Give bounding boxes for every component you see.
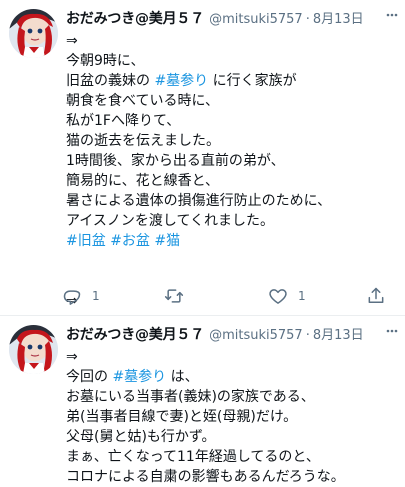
user-handle[interactable]: @mitsuki5757 — [209, 12, 303, 27]
tweet-text-segment: 私が1Fへ降りて、 — [66, 113, 181, 129]
share-button[interactable] — [366, 284, 386, 308]
tweet-text-segment: 旧盆の義妹の — [66, 73, 155, 89]
tweet-text-line: 暑さによる遺体の損傷進行防止のために、 — [66, 191, 397, 211]
tweet-text-segment: 1時間後、家から出る直前の弟が、 — [66, 153, 285, 169]
like-count: 1 — [298, 289, 306, 303]
tweet-text-segment: 今朝9時に、 — [66, 53, 145, 69]
tweet-text-segment: 朝食を食べている時に、 — [66, 93, 220, 109]
more-options-icon[interactable] — [385, 6, 399, 26]
like-button[interactable]: 1 — [268, 284, 306, 308]
separator-dot: · — [305, 12, 310, 27]
tweet-text-segment: まぁ、亡くなって11年経過してるのと、 — [66, 449, 320, 465]
tweet-text-line: 旧盆の義妹の #墓参り に行く家族が — [66, 71, 397, 91]
tweet-text-segment: ⇒ — [66, 33, 78, 49]
tweet-text-line: ⇒ — [66, 347, 397, 367]
tweet-text-line: 今朝9時に、 — [66, 51, 397, 71]
tweet-text-segment: アイスノンを渡してくれました。 — [66, 213, 275, 229]
tweet-text-line: 弟(当事者目線で妻)と姪(母親)だけ。 — [66, 407, 397, 427]
heart-icon — [268, 286, 288, 306]
hashtag-link[interactable]: #お盆 — [110, 233, 150, 249]
tweet-text-line: 父母(舅と姑)も行かず。 — [66, 427, 397, 447]
tweet-text-segment: 猫の逝去を伝えました。 — [66, 133, 220, 149]
hashtag-link[interactable]: #墓参り — [154, 73, 208, 89]
tweet-text-segment: 暑さによる遺体の損傷進行防止のために、 — [66, 193, 332, 209]
tweet-text-segment: は、 — [166, 369, 199, 385]
reply-icon — [62, 286, 82, 306]
tweet-text-line: #旧盆 #お盆 #猫 — [66, 231, 397, 251]
retweet-icon — [164, 286, 184, 306]
hashtag-link[interactable]: #猫 — [154, 233, 180, 249]
tweet-text-segment: 父母(舅と姑)も行かず。 — [66, 429, 216, 445]
tweet-text-segment: コロナによる自粛の影響もあるんだろうな。 — [66, 469, 345, 485]
tweet-2[interactable]: おだみつき@美月５７ @mitsuki5757 · 8月13日 ⇒ 今回の #墓参り … — [0, 316, 405, 485]
tweet-text-line — [66, 251, 397, 271]
hashtag-link[interactable]: #墓参り — [112, 369, 166, 385]
tweet-text-line: 今回の #墓参り は、 — [66, 367, 397, 387]
tweet-text-line: 猫の逝去を伝えました。 — [66, 131, 397, 151]
tweet-text-line: 1時間後、家から出る直前の弟が、 — [66, 151, 397, 171]
tweet-1[interactable]: おだみつき@美月５７ @mitsuki5757 · 8月13日 ⇒ 今朝9時に、 旧盆の… — [0, 0, 405, 316]
tweet-actions: 1 1 — [62, 284, 392, 308]
tweet-text-segment: 簡易的に、花と線香と、 — [66, 173, 220, 189]
tweet-header: おだみつき@美月５７ @mitsuki5757 · 8月13日 — [66, 324, 399, 344]
tweet-text-line: 私が1Fへ降りて、 — [66, 111, 397, 131]
reply-button[interactable]: 1 — [62, 284, 100, 308]
tweet-text-segment: 今回の — [66, 369, 113, 385]
display-name[interactable]: おだみつき@美月５７ — [66, 11, 204, 27]
separator-dot: · — [305, 328, 310, 343]
hashtag-link[interactable]: #旧盆 — [66, 233, 106, 249]
tweet-header: おだみつき@美月５７ @mitsuki5757 · 8月13日 — [66, 8, 399, 28]
tweet-text-line: 簡易的に、花と線香と、 — [66, 171, 397, 191]
tweet-text-line: ⇒ — [66, 31, 397, 51]
tweet-text-line: まぁ、亡くなって11年経過してるのと、 — [66, 447, 397, 467]
display-name[interactable]: おだみつき@美月５７ — [66, 327, 204, 343]
user-handle[interactable]: @mitsuki5757 — [209, 328, 303, 343]
tweet-text-line: 朝食を食べている時に、 — [66, 91, 397, 111]
tweet-date[interactable]: 8月13日 — [313, 328, 364, 343]
tweet-text: ⇒ 今朝9時に、 旧盆の義妹の #墓参り に行く家族が 朝食を食べている時に、 私が1F… — [66, 31, 397, 311]
tweet-text-line: お墓にいる当事者(義妹)の家族である、 — [66, 387, 397, 407]
tweet-text-segment: 弟(当事者目線で妻)と姪(母親)だけ。 — [66, 409, 298, 425]
share-icon — [366, 286, 386, 306]
tweet-date[interactable]: 8月13日 — [313, 12, 364, 27]
tweet-text-line: アイスノンを渡してくれました。 — [66, 211, 397, 231]
tweet-text-segment: お墓にいる当事者(義妹)の家族である、 — [66, 389, 315, 405]
more-options-icon[interactable] — [385, 322, 399, 342]
tweet-text-line: コロナによる自粛の影響もあるんだろうな。 — [66, 467, 397, 487]
tweet-text-segment: に行く家族が — [208, 73, 297, 89]
retweet-button[interactable] — [164, 284, 194, 308]
avatar[interactable] — [9, 325, 58, 374]
tweet-text: ⇒ 今回の #墓参り は、お墓にいる当事者(義妹)の家族である、 弟(当事者目線で妻… — [66, 347, 397, 487]
reply-count: 1 — [92, 289, 100, 303]
tweet-text-segment: ⇒ — [66, 349, 78, 365]
avatar[interactable] — [9, 9, 58, 58]
